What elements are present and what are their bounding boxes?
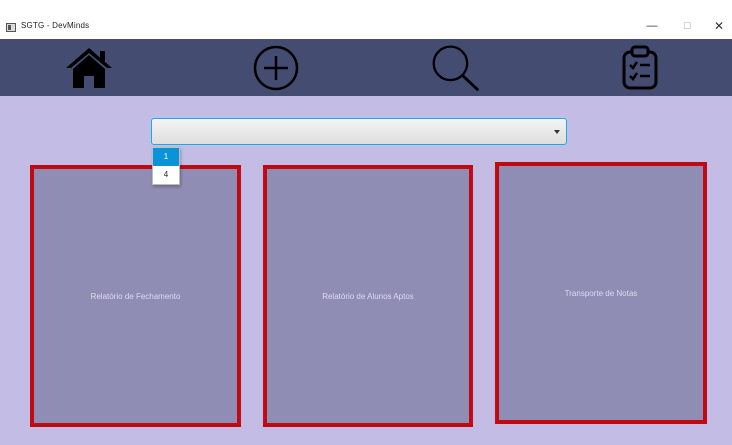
report-closing-card[interactable]: Relatório de Fechamento [30, 165, 241, 427]
title-bar: SGTG - DevMinds — ☐ ✕ [0, 0, 732, 39]
app-icon [6, 23, 16, 32]
nav-bar [0, 39, 732, 96]
class-select-dropdown: 1 4 [152, 147, 180, 185]
nav-search-button[interactable] [430, 43, 482, 93]
card-label: Relatório de Fechamento [90, 291, 181, 301]
card-label: Relatório de Alunos Aptos [322, 291, 414, 301]
dropdown-option[interactable]: 1 [153, 148, 179, 166]
home-icon [66, 48, 112, 88]
close-button[interactable]: ✕ [709, 18, 729, 34]
minimize-button[interactable]: — [642, 18, 662, 34]
maximize-button[interactable]: ☐ [677, 18, 697, 34]
window-title: SGTG - DevMinds [21, 21, 90, 30]
report-eligible-students-card[interactable]: Relatório de Alunos Aptos [263, 165, 473, 427]
clipboard-check-icon [622, 45, 658, 90]
plus-circle-icon [253, 45, 299, 91]
nav-add-button[interactable] [250, 43, 302, 93]
chevron-down-icon[interactable] [554, 130, 560, 134]
grade-transport-card[interactable]: Transporte de Notas [495, 162, 707, 424]
class-select[interactable] [151, 118, 567, 145]
search-icon [432, 45, 480, 92]
nav-home-button[interactable] [63, 43, 115, 93]
nav-tasks-button[interactable] [614, 43, 666, 93]
dropdown-option[interactable]: 4 [153, 166, 179, 184]
card-label: Transporte de Notas [564, 288, 638, 298]
